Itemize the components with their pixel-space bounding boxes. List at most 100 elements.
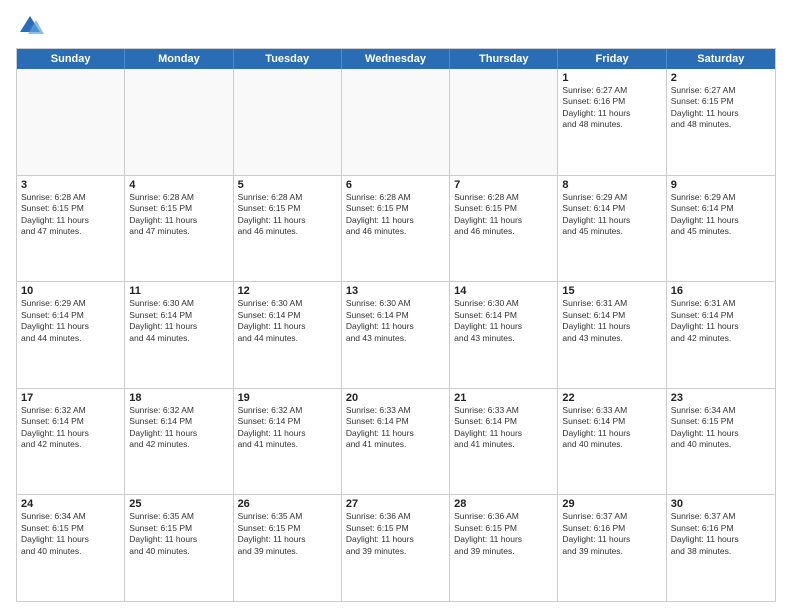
calendar-day-10: 10Sunrise: 6:29 AM Sunset: 6:14 PM Dayli… (17, 282, 125, 388)
calendar-day-3: 3Sunrise: 6:28 AM Sunset: 6:15 PM Daylig… (17, 176, 125, 282)
day-number: 15 (562, 285, 661, 297)
calendar-day-20: 20Sunrise: 6:33 AM Sunset: 6:14 PM Dayli… (342, 389, 450, 495)
day-number: 10 (21, 285, 120, 297)
day-number: 11 (129, 285, 228, 297)
day-number: 19 (238, 392, 337, 404)
day-number: 5 (238, 179, 337, 191)
header-day-wednesday: Wednesday (342, 49, 450, 69)
day-info: Sunrise: 6:30 AM Sunset: 6:14 PM Dayligh… (346, 298, 445, 344)
calendar-day-30: 30Sunrise: 6:37 AM Sunset: 6:16 PM Dayli… (667, 495, 775, 601)
day-number: 24 (21, 498, 120, 510)
calendar-day-12: 12Sunrise: 6:30 AM Sunset: 6:14 PM Dayli… (234, 282, 342, 388)
calendar-day-16: 16Sunrise: 6:31 AM Sunset: 6:14 PM Dayli… (667, 282, 775, 388)
day-number: 12 (238, 285, 337, 297)
day-number: 6 (346, 179, 445, 191)
day-info: Sunrise: 6:36 AM Sunset: 6:15 PM Dayligh… (454, 511, 553, 557)
page: SundayMondayTuesdayWednesdayThursdayFrid… (0, 0, 792, 612)
calendar-day-13: 13Sunrise: 6:30 AM Sunset: 6:14 PM Dayli… (342, 282, 450, 388)
day-info: Sunrise: 6:32 AM Sunset: 6:14 PM Dayligh… (21, 405, 120, 451)
day-info: Sunrise: 6:28 AM Sunset: 6:15 PM Dayligh… (346, 192, 445, 238)
calendar-empty-cell (125, 69, 233, 175)
calendar-day-8: 8Sunrise: 6:29 AM Sunset: 6:14 PM Daylig… (558, 176, 666, 282)
calendar-day-28: 28Sunrise: 6:36 AM Sunset: 6:15 PM Dayli… (450, 495, 558, 601)
day-info: Sunrise: 6:37 AM Sunset: 6:16 PM Dayligh… (562, 511, 661, 557)
day-info: Sunrise: 6:33 AM Sunset: 6:14 PM Dayligh… (454, 405, 553, 451)
calendar-day-14: 14Sunrise: 6:30 AM Sunset: 6:14 PM Dayli… (450, 282, 558, 388)
day-info: Sunrise: 6:30 AM Sunset: 6:14 PM Dayligh… (238, 298, 337, 344)
day-info: Sunrise: 6:29 AM Sunset: 6:14 PM Dayligh… (671, 192, 771, 238)
day-number: 27 (346, 498, 445, 510)
day-info: Sunrise: 6:29 AM Sunset: 6:14 PM Dayligh… (21, 298, 120, 344)
day-number: 2 (671, 72, 771, 84)
day-number: 23 (671, 392, 771, 404)
day-number: 20 (346, 392, 445, 404)
calendar-header: SundayMondayTuesdayWednesdayThursdayFrid… (17, 49, 775, 69)
day-info: Sunrise: 6:31 AM Sunset: 6:14 PM Dayligh… (671, 298, 771, 344)
calendar-day-25: 25Sunrise: 6:35 AM Sunset: 6:15 PM Dayli… (125, 495, 233, 601)
calendar-day-5: 5Sunrise: 6:28 AM Sunset: 6:15 PM Daylig… (234, 176, 342, 282)
day-info: Sunrise: 6:28 AM Sunset: 6:15 PM Dayligh… (238, 192, 337, 238)
calendar-week-5: 24Sunrise: 6:34 AM Sunset: 6:15 PM Dayli… (17, 494, 775, 601)
day-info: Sunrise: 6:36 AM Sunset: 6:15 PM Dayligh… (346, 511, 445, 557)
calendar-day-2: 2Sunrise: 6:27 AM Sunset: 6:15 PM Daylig… (667, 69, 775, 175)
day-info: Sunrise: 6:28 AM Sunset: 6:15 PM Dayligh… (21, 192, 120, 238)
day-number: 1 (562, 72, 661, 84)
day-info: Sunrise: 6:34 AM Sunset: 6:15 PM Dayligh… (21, 511, 120, 557)
day-number: 17 (21, 392, 120, 404)
day-info: Sunrise: 6:34 AM Sunset: 6:15 PM Dayligh… (671, 405, 771, 451)
day-number: 22 (562, 392, 661, 404)
header (16, 12, 776, 40)
day-number: 29 (562, 498, 661, 510)
calendar-day-27: 27Sunrise: 6:36 AM Sunset: 6:15 PM Dayli… (342, 495, 450, 601)
calendar-day-9: 9Sunrise: 6:29 AM Sunset: 6:14 PM Daylig… (667, 176, 775, 282)
header-day-friday: Friday (558, 49, 666, 69)
day-info: Sunrise: 6:35 AM Sunset: 6:15 PM Dayligh… (238, 511, 337, 557)
logo-icon (16, 12, 44, 40)
calendar: SundayMondayTuesdayWednesdayThursdayFrid… (16, 48, 776, 602)
calendar-day-15: 15Sunrise: 6:31 AM Sunset: 6:14 PM Dayli… (558, 282, 666, 388)
day-info: Sunrise: 6:29 AM Sunset: 6:14 PM Dayligh… (562, 192, 661, 238)
calendar-day-11: 11Sunrise: 6:30 AM Sunset: 6:14 PM Dayli… (125, 282, 233, 388)
calendar-day-4: 4Sunrise: 6:28 AM Sunset: 6:15 PM Daylig… (125, 176, 233, 282)
calendar-week-2: 3Sunrise: 6:28 AM Sunset: 6:15 PM Daylig… (17, 175, 775, 282)
calendar-empty-cell (234, 69, 342, 175)
day-info: Sunrise: 6:35 AM Sunset: 6:15 PM Dayligh… (129, 511, 228, 557)
calendar-body: 1Sunrise: 6:27 AM Sunset: 6:16 PM Daylig… (17, 69, 775, 601)
day-number: 18 (129, 392, 228, 404)
calendar-week-4: 17Sunrise: 6:32 AM Sunset: 6:14 PM Dayli… (17, 388, 775, 495)
day-info: Sunrise: 6:32 AM Sunset: 6:14 PM Dayligh… (238, 405, 337, 451)
calendar-empty-cell (342, 69, 450, 175)
day-number: 28 (454, 498, 553, 510)
header-day-sunday: Sunday (17, 49, 125, 69)
day-number: 14 (454, 285, 553, 297)
day-info: Sunrise: 6:33 AM Sunset: 6:14 PM Dayligh… (562, 405, 661, 451)
header-day-monday: Monday (125, 49, 233, 69)
day-info: Sunrise: 6:33 AM Sunset: 6:14 PM Dayligh… (346, 405, 445, 451)
day-info: Sunrise: 6:30 AM Sunset: 6:14 PM Dayligh… (129, 298, 228, 344)
calendar-day-21: 21Sunrise: 6:33 AM Sunset: 6:14 PM Dayli… (450, 389, 558, 495)
day-info: Sunrise: 6:28 AM Sunset: 6:15 PM Dayligh… (129, 192, 228, 238)
calendar-day-24: 24Sunrise: 6:34 AM Sunset: 6:15 PM Dayli… (17, 495, 125, 601)
day-number: 9 (671, 179, 771, 191)
header-day-tuesday: Tuesday (234, 49, 342, 69)
day-number: 16 (671, 285, 771, 297)
calendar-empty-cell (17, 69, 125, 175)
logo (16, 12, 48, 40)
day-info: Sunrise: 6:30 AM Sunset: 6:14 PM Dayligh… (454, 298, 553, 344)
calendar-day-6: 6Sunrise: 6:28 AM Sunset: 6:15 PM Daylig… (342, 176, 450, 282)
day-number: 3 (21, 179, 120, 191)
calendar-day-23: 23Sunrise: 6:34 AM Sunset: 6:15 PM Dayli… (667, 389, 775, 495)
calendar-day-19: 19Sunrise: 6:32 AM Sunset: 6:14 PM Dayli… (234, 389, 342, 495)
day-number: 21 (454, 392, 553, 404)
calendar-day-1: 1Sunrise: 6:27 AM Sunset: 6:16 PM Daylig… (558, 69, 666, 175)
calendar-week-3: 10Sunrise: 6:29 AM Sunset: 6:14 PM Dayli… (17, 281, 775, 388)
day-number: 26 (238, 498, 337, 510)
calendar-day-22: 22Sunrise: 6:33 AM Sunset: 6:14 PM Dayli… (558, 389, 666, 495)
day-info: Sunrise: 6:32 AM Sunset: 6:14 PM Dayligh… (129, 405, 228, 451)
calendar-day-29: 29Sunrise: 6:37 AM Sunset: 6:16 PM Dayli… (558, 495, 666, 601)
day-number: 30 (671, 498, 771, 510)
day-number: 13 (346, 285, 445, 297)
day-info: Sunrise: 6:31 AM Sunset: 6:14 PM Dayligh… (562, 298, 661, 344)
day-number: 25 (129, 498, 228, 510)
day-info: Sunrise: 6:27 AM Sunset: 6:16 PM Dayligh… (562, 85, 661, 131)
